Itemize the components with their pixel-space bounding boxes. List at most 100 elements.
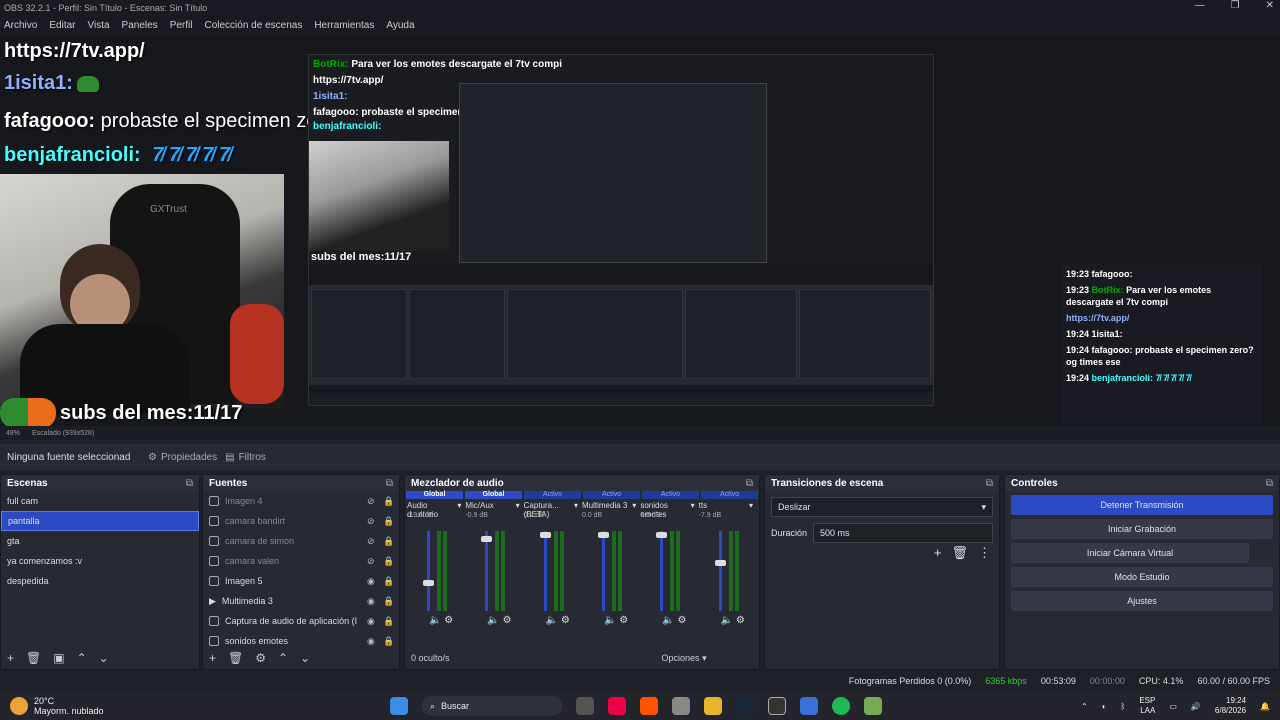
clock[interactable]: 19:24 6/8/2026 — [1215, 696, 1246, 716]
source-item-camara-valen[interactable]: camara valen ⊘ 🔒 — [203, 551, 399, 571]
speaker-icon[interactable]: 🔈 — [429, 615, 441, 626]
lock-icon[interactable]: 🔒 — [383, 576, 394, 587]
volume-slider-track[interactable] — [718, 531, 722, 611]
gear-icon[interactable]: ⚙ — [619, 615, 628, 626]
start-icon[interactable] — [390, 697, 408, 715]
start-recording-button[interactable]: Iniciar Grabación — [1011, 519, 1273, 539]
menu-perfil[interactable]: Perfil — [170, 20, 193, 31]
trash-icon[interactable]: 🗑 — [228, 651, 243, 665]
task-view-icon[interactable] — [576, 697, 594, 715]
speaker-icon[interactable]: 🔈 — [662, 615, 674, 626]
eye-icon[interactable]: ◉ — [367, 616, 377, 627]
lock-icon[interactable]: 🔒 — [383, 556, 394, 567]
volume-slider-track[interactable] — [601, 531, 605, 611]
mixer-tab[interactable]: Activo — [524, 491, 581, 499]
volume-slider-track[interactable] — [543, 531, 547, 611]
volume-slider-track[interactable] — [660, 531, 664, 611]
source-item-multimedia3[interactable]: ▶ Multimedia 3 ◉ 🔒 — [203, 591, 399, 611]
scene-item-full-cam[interactable]: full cam — [1, 491, 199, 511]
zoom-level[interactable]: 48% — [6, 430, 20, 437]
volume-slider-handle[interactable] — [423, 580, 434, 586]
chevron-up-icon[interactable]: ⌃ — [1081, 702, 1088, 711]
add-icon[interactable]: + — [209, 651, 216, 665]
maximize-icon[interactable]: ❐ — [1231, 0, 1240, 11]
source-item-imagen4[interactable]: Imagen 4 ⊘ 🔒 — [203, 491, 399, 511]
more-icon[interactable]: ⋮ — [978, 545, 991, 561]
scene-item-despedida[interactable]: despedida — [1, 571, 199, 591]
add-icon[interactable]: + — [7, 651, 14, 665]
gear-icon[interactable]: ⚙ — [561, 615, 570, 626]
filters-button[interactable]: ▤ Filtros — [225, 452, 266, 463]
up-icon[interactable]: ⌃ — [77, 651, 87, 665]
obs-icon[interactable] — [768, 697, 786, 715]
volume-icon[interactable]: 🔊 — [1191, 702, 1201, 711]
duration-input[interactable]: 500 ms — [813, 523, 993, 543]
chevron-down-icon[interactable]: ▾ — [516, 501, 520, 512]
speaker-icon[interactable]: 🔈 — [546, 615, 558, 626]
source-item-imagen5[interactable]: Imagen 5 ◉ 🔒 — [203, 571, 399, 591]
spotify-icon[interactable] — [832, 697, 850, 715]
brave-icon[interactable] — [640, 697, 658, 715]
bluetooth-icon[interactable]: ᛒ — [1121, 702, 1126, 711]
stop-stream-button[interactable]: Detener Transmisión — [1011, 495, 1273, 515]
volume-slider-track[interactable] — [427, 531, 430, 611]
speaker-icon[interactable]: 🔈 — [721, 615, 733, 626]
gear-icon[interactable]: ⚙ — [503, 615, 512, 626]
taskbar-search[interactable]: ⌕ Buscar — [422, 696, 562, 716]
eye-icon[interactable]: ◉ — [367, 576, 377, 587]
up-icon[interactable]: ⌃ — [278, 651, 288, 665]
volume-slider-handle[interactable] — [714, 560, 726, 566]
gear-icon[interactable]: ⚙ — [678, 615, 687, 626]
minimize-icon[interactable]: — — [1195, 0, 1205, 11]
lock-icon[interactable]: 🔒 — [383, 536, 394, 547]
gear-icon[interactable]: ⚙ — [444, 615, 453, 626]
menu-coleccion[interactable]: Colección de escenas — [204, 20, 302, 31]
lock-icon[interactable]: 🔒 — [383, 616, 394, 627]
source-item-captura-audio[interactable]: Captura de audio de aplicación (I ◉ 🔒 — [203, 611, 399, 631]
weather-widget[interactable]: 20°C Mayorm. nublado — [0, 696, 390, 716]
menu-paneles[interactable]: Paneles — [122, 20, 158, 31]
filter-icon[interactable]: ▣ — [53, 651, 64, 665]
volume-slider-handle[interactable] — [481, 536, 493, 542]
lock-icon[interactable]: 🔒 — [383, 596, 394, 607]
minecraft-icon[interactable] — [864, 697, 882, 715]
gear-icon[interactable]: ⚙ — [736, 615, 745, 626]
chrome-icon[interactable] — [608, 697, 626, 715]
down-icon[interactable]: ⌄ — [300, 651, 310, 665]
scene-item-ya-comenzamos[interactable]: ya comenzamos :v — [1, 551, 199, 571]
source-item-camara-bandirt[interactable]: camara bandirt ⊘ 🔒 — [203, 511, 399, 531]
menu-vista[interactable]: Vista — [87, 20, 109, 31]
popout-icon[interactable]: ⧉ — [746, 478, 753, 489]
close-icon[interactable]: ✕ — [1266, 0, 1274, 11]
settings-button[interactable]: Ajustes — [1011, 591, 1273, 611]
menu-archivo[interactable]: Archivo — [4, 20, 37, 31]
edge-icon[interactable] — [800, 697, 818, 715]
trash-icon[interactable]: 🗑 — [26, 651, 41, 665]
speaker-icon[interactable]: 🔈 — [604, 615, 616, 626]
options-button[interactable]: Opciones ▾ — [662, 653, 707, 664]
popout-icon[interactable]: ⧉ — [1266, 478, 1273, 489]
popout-icon[interactable]: ⧉ — [386, 478, 393, 489]
mixer-tab[interactable]: Activo — [642, 491, 699, 499]
chevron-down-icon[interactable]: ▾ — [457, 501, 461, 512]
down-icon[interactable]: ⌄ — [99, 651, 109, 665]
steam-icon[interactable] — [736, 697, 754, 715]
mixer-tab[interactable]: Global — [406, 491, 463, 499]
volume-slider-handle[interactable] — [597, 532, 609, 538]
stream-preview[interactable]: BotRix: Para ver los emotes descargate e… — [0, 34, 1280, 426]
chevron-down-icon[interactable]: ▾ — [574, 501, 578, 512]
scene-item-gta[interactable]: gta — [1, 531, 199, 551]
language-indicator[interactable]: ESP LAA — [1139, 696, 1155, 716]
properties-button[interactable]: ⚙ Propiedades — [148, 452, 217, 463]
lock-icon[interactable]: 🔒 — [383, 516, 394, 527]
mixer-tab[interactable]: Activo — [583, 491, 640, 499]
speaker-icon[interactable]: 🔈 — [487, 615, 499, 626]
popout-icon[interactable]: ⧉ — [186, 478, 193, 489]
eye-icon[interactable]: ◉ — [367, 596, 377, 607]
studio-mode-button[interactable]: Modo Estudio — [1011, 567, 1273, 587]
chevron-down-icon[interactable]: ▾ — [691, 501, 695, 512]
mixer-tab[interactable]: Activo — [701, 491, 758, 499]
eye-hidden-icon[interactable]: ⊘ — [367, 496, 377, 507]
scene-item-pantalla[interactable]: pantalla — [1, 511, 199, 531]
transition-select[interactable]: Deslizar ▾ — [771, 497, 993, 517]
